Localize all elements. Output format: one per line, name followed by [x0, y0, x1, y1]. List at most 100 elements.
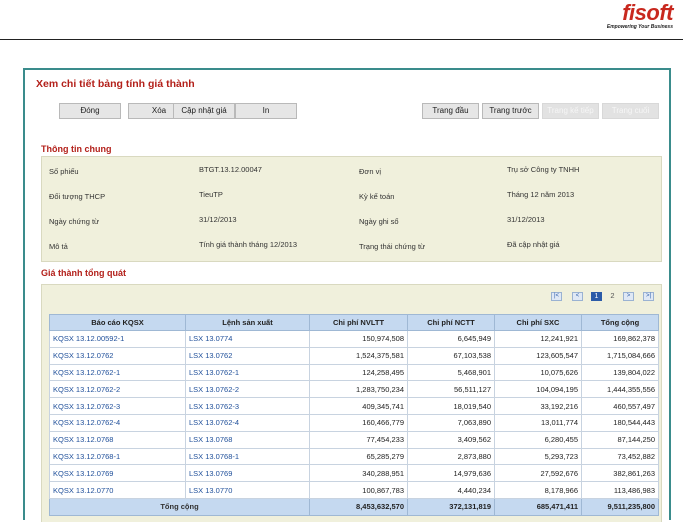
cost-total: 113,486,983 — [581, 481, 659, 499]
cost-total: 180,544,443 — [581, 413, 659, 432]
table-row[interactable]: KQSX 13.12.0762-3 LSX 13.0762-3 409,345,74… — [49, 397, 659, 415]
cost-nctt: 5,468,901 — [407, 363, 495, 382]
last-page-button[interactable]: Trang cuối — [602, 103, 659, 119]
column-header[interactable]: Chi phí NVLTT — [309, 314, 408, 331]
prev-page-icon[interactable]: < — [572, 292, 583, 301]
cost-nvltt: 1,524,375,581 — [309, 346, 408, 365]
cost-sxc: 27,592,676 — [494, 464, 582, 483]
column-header[interactable]: Lệnh sản xuất — [185, 314, 310, 331]
cost-sxc: 12,241,921 — [494, 330, 582, 348]
column-header[interactable]: Tổng cộng — [581, 314, 659, 331]
table-row[interactable]: KQSX 13.12.0769 LSX 13.0769 340,288,951 14,… — [49, 464, 659, 483]
brand-tagline: Empowering Your Business — [606, 24, 673, 30]
cost-sxc: 6,280,455 — [494, 430, 582, 449]
table-row[interactable]: KQSX 13.12.0762 LSX 13.0762 1,524,375,581 6… — [49, 346, 659, 365]
column-header[interactable]: Chi phí NCTT — [407, 314, 495, 331]
report-link[interactable]: KQSX 13.12.0762-2 — [49, 380, 186, 399]
info-label: Số phiếu — [49, 167, 79, 176]
production-order-link[interactable]: LSX 13.0770 — [185, 481, 310, 499]
production-order-link[interactable]: LSX 13.0762-4 — [185, 413, 310, 432]
pager: |< < 1 2 > >| — [25, 292, 673, 302]
info-value: Tháng 12 năm 2013 — [507, 190, 575, 199]
production-order-link[interactable]: LSX 13.0769 — [185, 464, 310, 483]
first-page-button[interactable]: Trang đầu — [422, 103, 479, 119]
report-link[interactable]: KQSX 13.12.0768 — [49, 430, 186, 449]
production-order-link[interactable]: LSX 13.0762-2 — [185, 380, 310, 399]
production-order-link[interactable]: LSX 13.0762 — [185, 346, 310, 365]
table-row[interactable]: KQSX 13.12.0768 LSX 13.0768 77,454,233 3,40… — [49, 430, 659, 449]
table-row[interactable]: KQSX 13.12.00592-1 LSX 13.0774 150,974,508… — [49, 330, 659, 348]
report-link[interactable]: KQSX 13.12.0770 — [49, 481, 186, 499]
general-info-title: Thông tin chung — [41, 144, 112, 154]
report-link[interactable]: KQSX 13.12.0762-1 — [49, 363, 186, 382]
cost-sxc: 13,011,774 — [494, 413, 582, 432]
cost-nvltt: 100,867,783 — [309, 481, 408, 499]
previous-page-button[interactable]: Trang trước — [482, 103, 539, 119]
cost-sxc: 8,178,966 — [494, 481, 582, 499]
cost-total: 382,861,263 — [581, 464, 659, 483]
total-sxc: 685,471,411 — [494, 497, 582, 516]
page-2-button[interactable]: 2 — [607, 292, 618, 301]
report-link[interactable]: KQSX 13.12.00592-1 — [49, 330, 186, 348]
cost-total: 1,444,355,556 — [581, 380, 659, 399]
next-page-button[interactable]: Trang kế tiếp — [542, 103, 599, 119]
production-order-link[interactable]: LSX 13.0768 — [185, 430, 310, 449]
info-label: Đơn vị — [359, 167, 382, 176]
cost-nvltt: 1,283,750,234 — [309, 380, 408, 399]
total-nctt: 372,131,819 — [407, 497, 495, 516]
brand-logo: fisoft Empowering Your Business — [606, 2, 674, 31]
cost-sxc: 104,094,195 — [494, 380, 582, 399]
info-label: Mô tả — [49, 242, 68, 251]
info-label: Kỳ kế toán — [359, 192, 395, 201]
production-order-link[interactable]: LSX 13.0774 — [185, 330, 310, 348]
last-page-icon[interactable]: >| — [643, 292, 654, 301]
first-page-icon[interactable]: |< — [551, 292, 562, 301]
table-row[interactable]: KQSX 13.12.0762-1 LSX 13.0762-1 124,258,49… — [49, 363, 659, 382]
cost-nctt: 6,645,949 — [407, 330, 495, 348]
info-label: Trạng thái chứng từ — [359, 242, 426, 251]
report-link[interactable]: KQSX 13.12.0762 — [49, 346, 186, 365]
cost-total: 460,557,497 — [581, 397, 659, 415]
cost-total: 87,144,250 — [581, 430, 659, 449]
report-link[interactable]: KQSX 13.12.0768-1 — [49, 447, 186, 466]
cost-total: 139,804,022 — [581, 363, 659, 382]
production-order-link[interactable]: LSX 13.0762-1 — [185, 363, 310, 382]
table-row[interactable]: KQSX 13.12.0762-4 LSX 13.0762-4 160,466,77… — [49, 413, 659, 432]
cost-nctt: 14,979,636 — [407, 464, 495, 483]
info-label: Ngày chứng từ — [49, 217, 100, 226]
production-order-link[interactable]: LSX 13.0768-1 — [185, 447, 310, 466]
next-page-icon[interactable]: > — [623, 292, 634, 301]
info-value: Đã cập nhật giá — [507, 240, 560, 249]
cost-nctt: 7,063,890 — [407, 413, 495, 432]
cost-nvltt: 150,974,508 — [309, 330, 408, 348]
table-row[interactable]: KQSX 13.12.0770 LSX 13.0770 100,867,783 4,4… — [49, 481, 659, 499]
column-header[interactable]: Báo cáo KQSX — [49, 314, 186, 331]
general-info-box: Số phiếu BTGT.13.12.00047 Đơn vị Trụ sở … — [41, 156, 662, 262]
cost-nctt: 56,511,127 — [407, 380, 495, 399]
info-value: TieuTP — [199, 190, 223, 199]
cost-total: 73,452,882 — [581, 447, 659, 466]
info-value: BTGT.13.12.00047 — [199, 165, 262, 174]
close-button[interactable]: Đóng — [59, 103, 121, 119]
cost-sxc: 123,605,547 — [494, 346, 582, 365]
detail-panel: Xem chi tiết bảng tính giá thành Đóng Xó… — [23, 68, 673, 522]
cost-nctt: 67,103,538 — [407, 346, 495, 365]
report-link[interactable]: KQSX 13.12.0762-3 — [49, 397, 186, 415]
info-value: Tính giá thành tháng 12/2013 — [199, 240, 297, 249]
cost-nctt: 2,873,880 — [407, 447, 495, 466]
info-value: 31/12/2013 — [199, 215, 237, 224]
table-row[interactable]: KQSX 13.12.0762-2 LSX 13.0762-2 1,283,750,… — [49, 380, 659, 399]
cost-sxc: 5,293,723 — [494, 447, 582, 466]
report-link[interactable]: KQSX 13.12.0762-4 — [49, 413, 186, 432]
report-link[interactable]: KQSX 13.12.0769 — [49, 464, 186, 483]
update-price-button[interactable]: Cập nhật giá — [173, 103, 235, 119]
cost-sxc: 10,075,626 — [494, 363, 582, 382]
info-label: Đối tượng THCP — [49, 192, 106, 201]
print-button[interactable]: In — [235, 103, 297, 119]
cost-sxc: 33,192,216 — [494, 397, 582, 415]
table-row[interactable]: KQSX 13.12.0768-1 LSX 13.0768-1 65,285,279… — [49, 447, 659, 466]
total-grand: 9,511,235,800 — [581, 497, 659, 516]
column-header[interactable]: Chi phí SXC — [494, 314, 582, 331]
production-order-link[interactable]: LSX 13.0762-3 — [185, 397, 310, 415]
page-1-button[interactable]: 1 — [591, 292, 602, 301]
